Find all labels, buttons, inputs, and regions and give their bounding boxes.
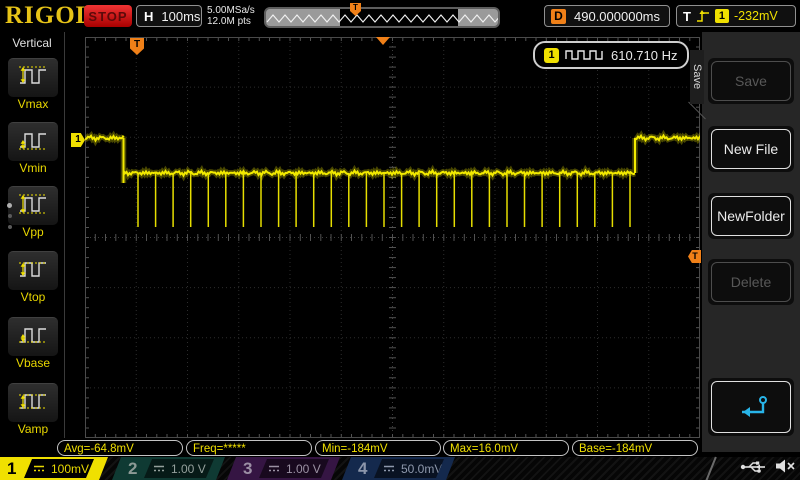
back-button-tile [708,378,794,436]
rigol-logo: RIGOL [5,2,93,30]
trigger-label: T [683,9,691,24]
vmax-button[interactable] [8,58,58,97]
channel-2-inset: 1.00 V [144,459,214,478]
horizontal-label: H [144,9,153,24]
channel-2-number: 2 [128,457,137,480]
channel-3-scale: 1.00 V [286,462,321,476]
memory-depth: 12.0M pts [207,16,255,27]
coupling-dc-icon [153,464,165,473]
channel-1-scale: 100mV [51,462,89,476]
delay-label: D [551,9,566,24]
delay-value: 490.000000ms [574,9,660,24]
acquisition-info: 5.00MSa/s 12.0M pts [207,5,255,27]
new-folder-button[interactable]: NewFolder [711,196,791,236]
vamp-label: Vamp [0,422,66,436]
save-button-tile: Save [708,58,794,104]
trigger-source-badge: 1 [715,9,729,23]
measurement-base: Base=-184mV [572,440,698,456]
oscilloscope-screen: RIGOL STOP H 100ms 5.00MSa/s 12.0M pts T… [0,0,800,480]
save-button[interactable]: Save [711,61,791,101]
ch1-waveform [85,37,700,438]
timebase-value: 100ms [161,9,200,24]
measurement-max: Max=16.0mV [443,440,569,456]
rising-edge-icon [696,9,710,23]
measurement-avg: Avg=-64.8mV [57,440,183,456]
vmin-label: Vmin [0,161,66,175]
delete-button-tile: Delete [708,259,794,305]
channel-1-number: 1 [7,457,16,480]
channel-3-inset: 1.00 V [259,459,329,478]
channel-2-scale: 1.00 V [171,462,206,476]
vbase-label: Vbase [0,356,66,370]
horizontal-timebase-box: H 100ms [136,5,202,27]
right-menu-tab: Save [690,50,704,104]
channel-3-number: 3 [243,457,252,480]
back-button[interactable] [711,381,791,433]
overview-waveform [266,9,498,26]
vamp-button[interactable] [8,383,58,422]
vpp-icon [16,192,50,221]
channel-4-inset: 50.0mV [374,459,444,478]
channel-3-tab[interactable]: 3 1.00 V [227,457,340,480]
vtop-icon [16,257,50,286]
header-bar: RIGOL STOP H 100ms 5.00MSa/s 12.0M pts T… [0,0,800,32]
new-file-button-tile: New File [708,126,794,172]
coupling-dc-icon [268,464,280,473]
vpp-button[interactable] [8,186,58,225]
left-menu-title: Vertical [0,36,64,50]
frequency-readout: 1 610.710 Hz [533,41,689,69]
delete-button[interactable]: Delete [711,262,791,302]
delay-box: D 490.000000ms [544,5,670,27]
menu-page-dot [8,225,12,229]
menu-page-dot [8,214,12,218]
vamp-icon [16,389,50,418]
ch1-position-marker-icon[interactable]: 1 [71,133,85,147]
channel-4-number: 4 [358,457,367,480]
vbase-button[interactable] [8,317,58,356]
coupling-dc-icon [33,464,45,473]
vmin-button[interactable] [8,122,58,161]
vtop-button[interactable] [8,251,58,290]
usb-icon [740,459,766,474]
freq-value: 610.710 Hz [611,48,678,63]
run-state-button[interactable]: STOP [84,5,132,27]
new-file-button[interactable]: New File [711,129,791,169]
status-icon-area [740,458,796,474]
channel-2-tab[interactable]: 2 1.00 V [112,457,225,480]
waveform-overview-bar[interactable]: T [264,7,500,28]
new-folder-button-tile: NewFolder [708,193,794,239]
return-arrow-icon [730,393,772,421]
channel-status-bar: 1 100mV 2 1.00 V 3 1 [0,457,800,480]
measurement-min: Min=-184mV [315,440,441,456]
square-wave-icon [565,49,605,61]
trigger-box: T 1 -232mV [676,5,796,27]
channel-4-tab[interactable]: 4 50.0mV [342,457,455,480]
trigger-level-value: -232mV [734,9,778,23]
vtop-label: Vtop [0,290,66,304]
vbase-icon [16,323,50,352]
menu-page-dot [7,203,12,208]
coupling-dc-icon [383,464,395,473]
channel-1-tab[interactable]: 1 100mV [0,457,108,480]
horizontal-center-marker-icon [376,37,390,45]
sample-rate: 5.00MSa/s [207,5,255,16]
vmin-icon [16,128,50,157]
measurement-freq: Freq=***** [186,440,312,456]
display-area [85,37,700,438]
channel-4-scale: 50.0mV [401,462,442,476]
vmax-label: Vmax [0,97,66,111]
vmax-icon [16,64,50,93]
speaker-muted-icon [774,458,796,474]
channel-1-inset: 100mV [24,459,94,478]
freq-channel-badge: 1 [544,48,559,63]
